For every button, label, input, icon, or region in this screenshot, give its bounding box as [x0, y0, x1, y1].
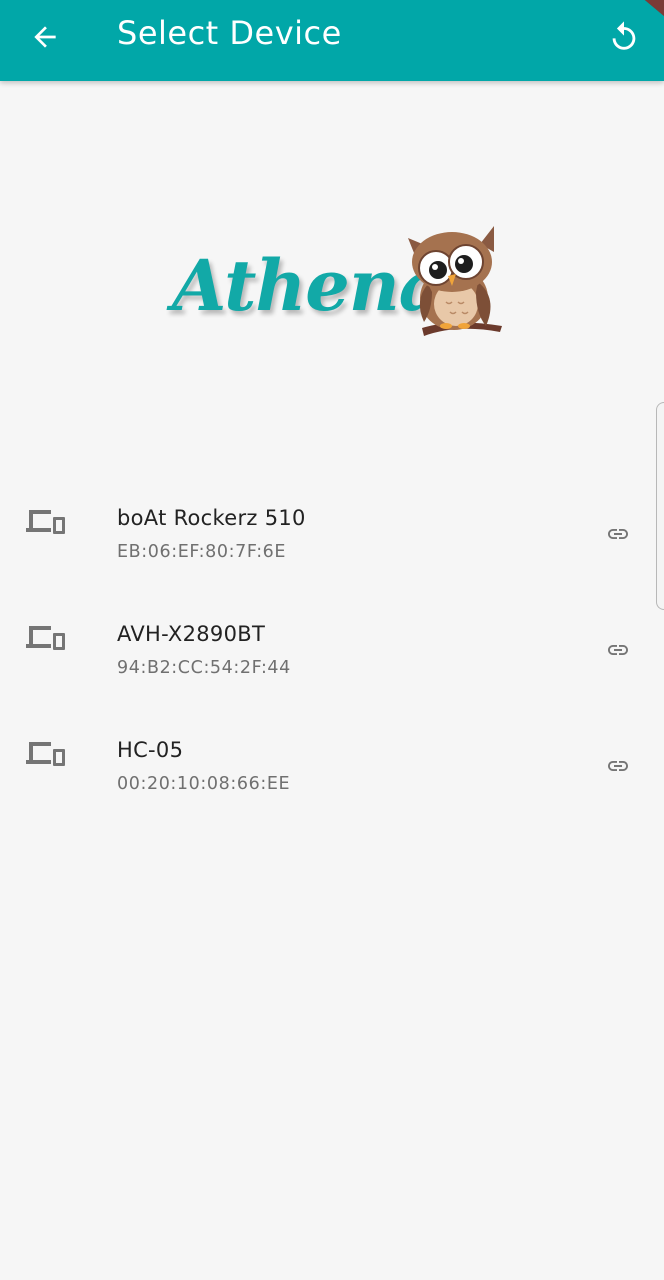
link-icon[interactable] — [600, 754, 636, 778]
page-title: Select Device — [117, 14, 342, 52]
device-row[interactable]: HC-05 00:20:10:08:66:EE — [0, 712, 664, 828]
device-address: 94:B2:CC:54:2F:44 — [117, 658, 291, 678]
refresh-button[interactable] — [600, 14, 648, 60]
link-icon[interactable] — [600, 522, 636, 546]
devices-icon — [26, 626, 65, 650]
device-row[interactable]: AVH-X2890BT 94:B2:CC:54:2F:44 — [0, 596, 664, 712]
device-address: 00:20:10:08:66:EE — [117, 774, 291, 794]
device-name: boAt Rockerz 510 — [117, 506, 306, 530]
owl-icon — [408, 226, 502, 336]
refresh-icon — [612, 21, 636, 50]
devices-icon — [26, 510, 65, 534]
athena-logo: Athena — [170, 214, 510, 344]
device-row[interactable]: boAt Rockerz 510 EB:06:EF:80:7F:6E — [0, 480, 664, 596]
device-address: EB:06:EF:80:7F:6E — [117, 542, 287, 562]
device-name: AVH-X2890BT — [117, 622, 266, 646]
device-list: boAt Rockerz 510 EB:06:EF:80:7F:6E AVH-X… — [0, 480, 664, 828]
devices-icon — [26, 742, 65, 766]
link-icon[interactable] — [600, 638, 636, 662]
arrow-back-icon — [34, 26, 56, 48]
app-bar: Select Device — [0, 0, 664, 81]
device-name: HC-05 — [117, 738, 184, 762]
back-button[interactable] — [24, 16, 66, 58]
